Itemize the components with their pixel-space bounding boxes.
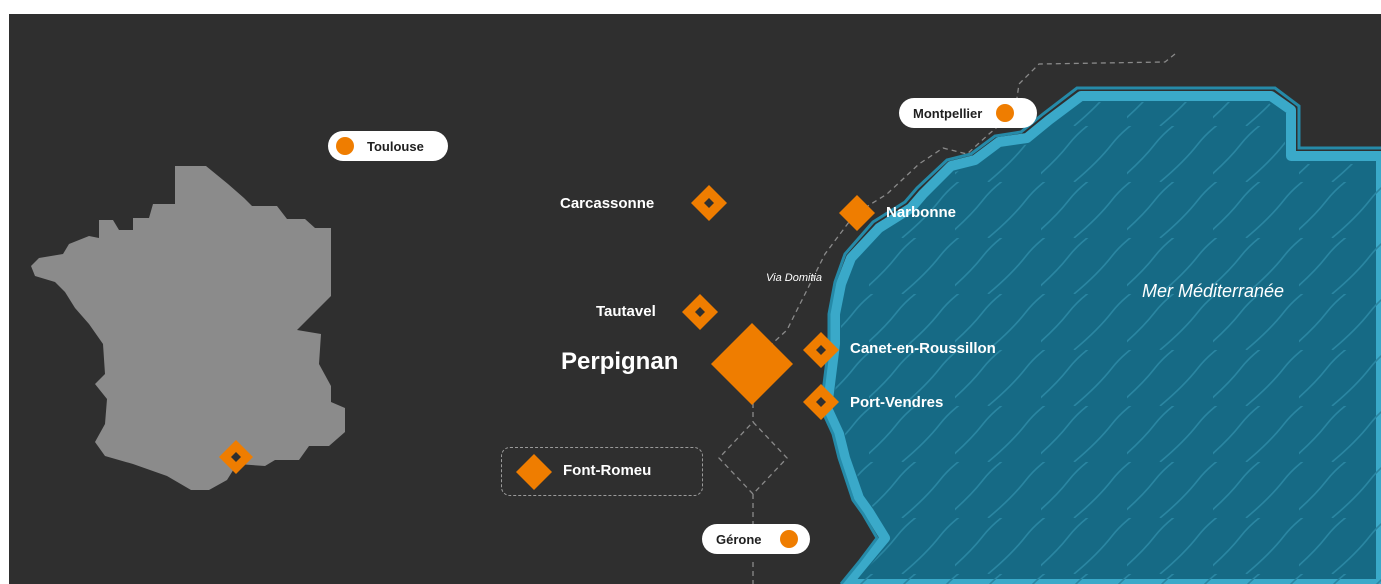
tautavel-diamond-icon (682, 294, 718, 330)
gerone-pill[interactable]: Gérone (702, 524, 810, 554)
via-domitia-label: Via Domitia (766, 272, 823, 284)
tautavel-label[interactable]: Tautavel (596, 303, 656, 320)
gerone-dot-icon (779, 530, 798, 548)
france-shape (31, 166, 345, 490)
perpignan-diamond-icon (711, 323, 793, 405)
port-vendres-label[interactable]: Port-Vendres (850, 394, 943, 411)
montpellier-label: Montpellier (913, 105, 983, 121)
canet-label[interactable]: Canet-en-Roussillon (850, 340, 996, 357)
route-south (718, 394, 788, 584)
narbonne-label[interactable]: Narbonne (886, 204, 956, 221)
font-romeu-label[interactable]: Font-Romeu (563, 462, 651, 479)
perpignan-label[interactable]: Perpignan (561, 348, 678, 376)
sea-label: Mer Méditerranée (1142, 281, 1285, 301)
carcassonne-diamond-icon (691, 185, 727, 221)
gerone-label: Gérone (716, 531, 762, 547)
toulouse-label: Toulouse (367, 138, 424, 154)
toulouse-dot-icon (336, 137, 354, 155)
montpellier-dot-icon (996, 104, 1015, 122)
map: Toulouse Montpellier Gérone Carcassonne … (9, 14, 1381, 584)
montpellier-pill[interactable]: Montpellier (899, 98, 1037, 128)
carcassonne-label[interactable]: Carcassonne (560, 195, 654, 212)
toulouse-pill[interactable]: Toulouse (328, 131, 448, 161)
